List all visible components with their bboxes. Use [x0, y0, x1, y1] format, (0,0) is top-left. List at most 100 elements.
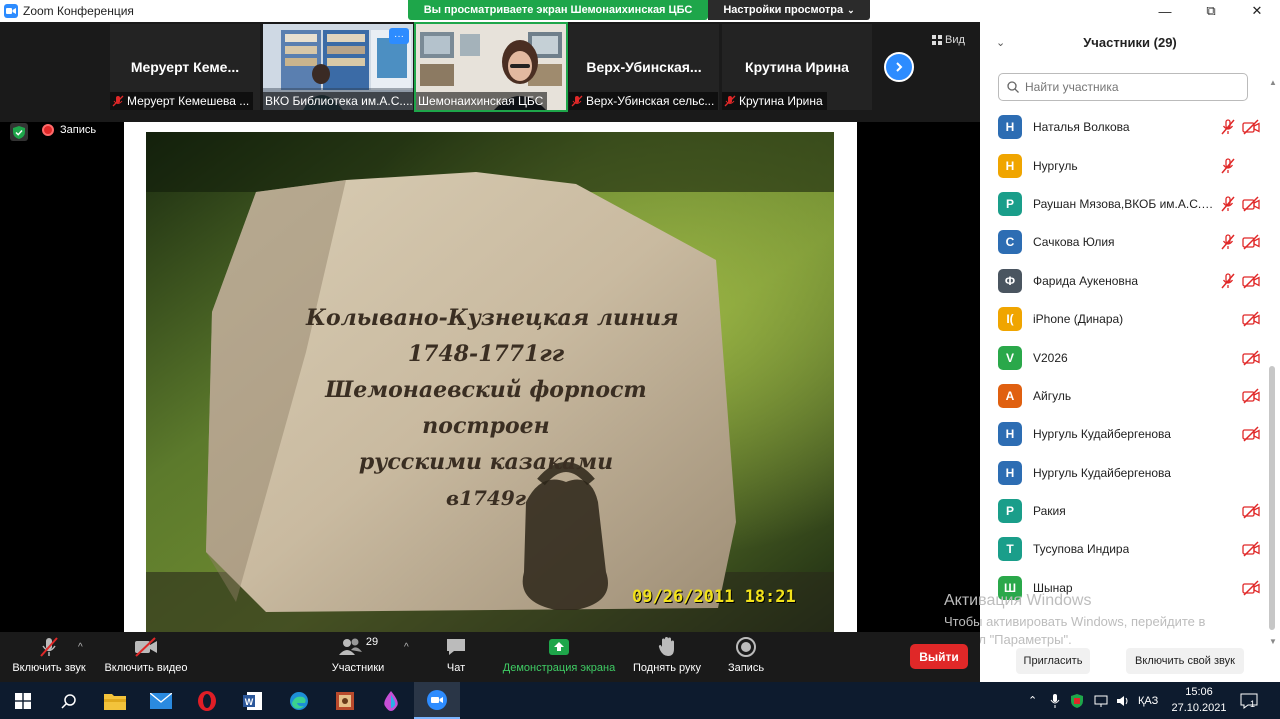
participant-name: Раушан Мязова,ВКОБ им.А.С.П... [1033, 196, 1217, 211]
participant-row[interactable]: Н Нургуль [980, 146, 1270, 184]
participant-label: Крутина Ирина [722, 92, 827, 110]
avatar: Н [998, 460, 1022, 485]
mic-muted-icon [1220, 119, 1236, 135]
shared-photo: Колывано-Кузнецкая линия 1748-1771гг Шем… [146, 132, 834, 632]
language-indicator[interactable]: ҚАЗ [1138, 682, 1158, 719]
invite-button[interactable]: Пригласить [1016, 648, 1090, 674]
maximize-icon[interactable]: ⧉ [1188, 0, 1234, 22]
participant-label-text: Меруерт Кемешева ... [127, 94, 250, 108]
audio-options-caret-icon[interactable]: ^ [78, 642, 83, 653]
clock[interactable]: 15:06 27.10.2021 [1168, 684, 1230, 716]
security-tray-icon[interactable] [1070, 682, 1084, 719]
avatar: Р [998, 499, 1022, 524]
search-icon[interactable] [46, 682, 92, 719]
zoom-taskbar-icon[interactable] [414, 682, 460, 719]
edge-icon[interactable] [276, 682, 322, 719]
word-icon[interactable]: W [230, 682, 276, 719]
participant-name: Нургуль [1033, 158, 1078, 173]
video-tile[interactable]: Верх-Убинская... Верх-Убинская сельс... [569, 24, 719, 110]
inscription-line: в1749г [445, 486, 527, 510]
participant-label: Шемонаихинская ЦБС [416, 92, 548, 110]
video-tile[interactable]: Меруерт Кеме... Меруерт Кемешева ... [110, 24, 260, 110]
paint-drop-icon[interactable] [368, 682, 414, 719]
view-settings-label: Настройки просмотра [723, 4, 844, 16]
start-video-button[interactable]: Включить видео [100, 636, 192, 680]
view-button[interactable]: Вид [932, 34, 965, 46]
participant-name: Нургуль Кудайбергенова [1033, 465, 1171, 480]
participants-caret-icon[interactable]: ^ [404, 642, 409, 653]
participant-label-text: Верх-Убинская сельс... [586, 94, 715, 108]
share-screen-button[interactable]: Демонстрация экрана [498, 636, 620, 680]
share-banner: Вы просматриваете экран Шемонаихинская Ц… [408, 0, 708, 20]
chat-button[interactable]: Чат [436, 636, 476, 680]
participant-name: Сачкова Юлия [1033, 235, 1115, 250]
chat-label: Чат [446, 662, 466, 674]
recording-label: Запись [60, 124, 97, 136]
minimize-icon[interactable]: — [1142, 0, 1188, 22]
more-options-icon[interactable]: ··· [389, 28, 409, 44]
scroll-up-icon[interactable]: ▲ [1269, 78, 1277, 87]
participant-row[interactable]: V V2026 [980, 338, 1270, 376]
meeting-toolbar: Включить звук ^ Включить видео 29 Участн… [0, 632, 980, 682]
start-icon[interactable] [0, 682, 46, 719]
volume-icon[interactable] [1116, 682, 1130, 719]
grid-view-icon [932, 35, 942, 45]
participant-name: Верх-Убинская... [586, 59, 702, 75]
search-box[interactable] [998, 73, 1248, 101]
participant-row[interactable]: Н Нургуль Кудайбергенова [980, 454, 1270, 492]
participant-row[interactable]: Н Наталья Волкова [980, 108, 1270, 146]
participant-name: iPhone (Динара) [1033, 312, 1124, 327]
notification-count: 1 [1250, 698, 1256, 709]
mic-muted-icon [724, 95, 736, 107]
participant-row[interactable]: I(iPhone (Динара) [980, 300, 1270, 338]
close-icon[interactable]: ✕ [1234, 0, 1280, 22]
network-icon[interactable] [1094, 682, 1108, 719]
microphone-tray-icon[interactable] [1050, 682, 1060, 719]
participant-name: Нургуль Кудайбергенова [1033, 427, 1171, 442]
participant-row[interactable]: Р Ракия [980, 492, 1270, 530]
raise-hand-label: Поднять руку [633, 662, 701, 674]
participant-label: Меруерт Кемешева ... [110, 92, 254, 110]
show-hidden-icons[interactable]: ⌃ [1028, 682, 1037, 719]
participant-name: Наталья Волкова [1033, 120, 1130, 135]
video-tile-active-speaker[interactable]: Шемонаихинская ЦБС [414, 22, 568, 112]
leave-button[interactable]: Выйти [910, 644, 968, 669]
mail-icon[interactable] [138, 682, 184, 719]
participant-row[interactable]: А Айгуль [980, 377, 1270, 415]
participant-row[interactable]: С Сачкова Юлия [980, 223, 1270, 261]
participant-label: Верх-Убинская сельс... [569, 92, 719, 110]
scrollbar[interactable] [1269, 366, 1275, 630]
video-off-icon [1242, 350, 1260, 366]
video-tile[interactable]: ··· ВКО Библиотека им.А.С.... [263, 24, 413, 110]
participants-icon [338, 638, 362, 655]
security-shield-icon[interactable] [10, 123, 28, 141]
avatar: Ф [998, 268, 1022, 293]
search-input[interactable] [1025, 80, 1235, 94]
participant-row[interactable]: Ш Шынар [980, 569, 1270, 607]
start-video-label: Включить видео [104, 662, 188, 674]
video-tile[interactable]: Крутина Ирина Крутина Ирина [722, 24, 872, 110]
avatar: Т [998, 537, 1022, 562]
avatar: С [998, 230, 1022, 255]
participant-name: Айгуль [1033, 388, 1072, 403]
video-off-icon [1242, 234, 1260, 250]
image-app-icon[interactable] [322, 682, 368, 719]
unmute-self-button[interactable]: Включить свой звук [1126, 648, 1244, 674]
record-button[interactable]: Запись [720, 636, 772, 680]
recording-indicator: Запись [42, 123, 96, 137]
next-page-icon[interactable] [884, 52, 914, 82]
participant-row[interactable]: Р Раушан Мязова,ВКОБ им.А.С.П... [980, 185, 1270, 223]
view-settings-button[interactable]: Настройки просмотра ⌄ [708, 0, 870, 20]
participants-button[interactable]: 29 Участники [326, 636, 390, 680]
opera-icon[interactable] [184, 682, 230, 719]
file-explorer-icon[interactable] [92, 682, 138, 719]
participants-title: Участники (29) [1083, 35, 1177, 50]
participant-row[interactable]: Ф Фарида Аукеновна [980, 262, 1270, 300]
video-strip: Меруерт Кеме... Меруерт Кемешева ... ···… [0, 22, 980, 122]
participant-row[interactable]: Т Тусупова Индира [980, 530, 1270, 568]
participant-row[interactable]: Н Нургуль Кудайбергенова [980, 415, 1270, 453]
raise-hand-button[interactable]: Поднять руку [628, 636, 706, 680]
chevron-down-icon: ⌄ [847, 4, 855, 15]
notifications-icon[interactable]: 1 [1240, 682, 1258, 719]
video-off-icon [1242, 541, 1260, 558]
